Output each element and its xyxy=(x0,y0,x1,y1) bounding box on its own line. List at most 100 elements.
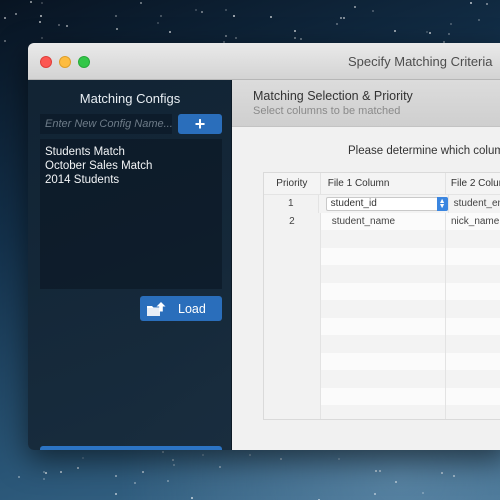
star-decoration xyxy=(353,6,356,9)
matching-table: Priority File 1 Column File 2 Column 1 s… xyxy=(263,172,500,420)
priority-cell: 1 xyxy=(264,195,318,213)
star-decoration xyxy=(172,458,175,461)
empty-cell xyxy=(444,265,500,283)
empty-table-row xyxy=(264,405,500,419)
star-decoration xyxy=(450,23,453,26)
match-now-button[interactable]: Match Now xyxy=(40,446,222,450)
empty-cell xyxy=(264,387,320,405)
empty-cell xyxy=(319,317,445,335)
star-decoration xyxy=(139,2,142,5)
empty-cell xyxy=(319,352,445,370)
priority-cell: 2 xyxy=(264,212,320,230)
empty-cell xyxy=(444,300,500,318)
empty-cell xyxy=(444,387,500,405)
star-decoration xyxy=(60,471,63,474)
empty-table-row xyxy=(264,335,500,353)
star-decoration xyxy=(373,493,376,496)
star-decoration xyxy=(44,472,47,475)
column-header-file1[interactable]: File 1 Column xyxy=(319,173,445,194)
star-decoration xyxy=(201,454,204,457)
section-title: Matching Selection & Priority xyxy=(253,89,413,103)
file2-column-cell: nick_name xyxy=(444,212,500,230)
section-subtitle: Select columns to be matched xyxy=(253,105,401,117)
empty-cell xyxy=(264,352,320,370)
star-decoration xyxy=(225,35,228,38)
window-title: Specify Matching Criteria xyxy=(348,54,493,69)
empty-cell xyxy=(444,282,500,300)
empty-table-row xyxy=(264,370,500,388)
star-decoration xyxy=(335,23,338,26)
star-decoration xyxy=(133,481,136,484)
star-decoration xyxy=(425,30,428,33)
table-row[interactable]: 1 student_id ▲▼ student_email xyxy=(264,195,500,213)
select-stepper-icon: ▲ ▼ xyxy=(436,196,448,211)
empty-table-row xyxy=(264,300,500,318)
empty-cell xyxy=(444,247,500,265)
star-decoration xyxy=(469,2,472,5)
star-decoration xyxy=(379,470,382,473)
star-decoration xyxy=(269,15,272,18)
star-decoration xyxy=(161,451,164,454)
empty-cell xyxy=(264,230,320,248)
minimize-window-button[interactable] xyxy=(59,56,71,68)
add-config-button[interactable]: + xyxy=(178,114,222,134)
empty-cell xyxy=(319,247,445,265)
config-list-item[interactable]: October Sales Match xyxy=(40,159,222,173)
column-header-priority[interactable]: Priority xyxy=(264,173,320,194)
section-header: Matching Selection & Priority Select col… xyxy=(232,80,500,127)
star-decoration xyxy=(225,9,228,12)
file1-column-cell: student_name xyxy=(319,212,445,230)
star-decoration xyxy=(249,453,252,456)
star-decoration xyxy=(114,493,117,496)
select-value: student_id xyxy=(330,198,377,210)
star-decoration xyxy=(421,491,424,494)
empty-cell xyxy=(319,265,445,283)
star-decoration xyxy=(114,474,117,477)
star-decoration xyxy=(338,457,341,460)
file1-column-select[interactable]: student_id ▲ ▼ xyxy=(325,196,448,211)
star-decoration xyxy=(429,32,432,35)
star-decoration xyxy=(57,23,60,26)
empty-cell xyxy=(444,370,500,388)
config-list-item[interactable]: Students Match xyxy=(40,145,222,159)
star-decoration xyxy=(42,478,45,481)
star-decoration xyxy=(160,14,163,17)
star-decoration xyxy=(166,480,169,483)
empty-cell xyxy=(444,335,500,353)
table-row[interactable]: 2 student_name nick_name xyxy=(264,212,500,230)
star-decoration xyxy=(43,470,46,473)
star-decoration xyxy=(3,40,6,43)
app-window: Specify Matching Criteria Matching Confi… xyxy=(28,43,500,450)
star-decoration xyxy=(115,14,118,17)
star-decoration xyxy=(395,480,398,483)
empty-table-row xyxy=(264,352,500,370)
empty-table-row xyxy=(264,230,500,248)
star-decoration xyxy=(280,457,283,460)
star-decoration xyxy=(299,38,302,41)
maximize-window-button[interactable] xyxy=(78,56,90,68)
empty-cell xyxy=(264,335,320,353)
close-window-button[interactable] xyxy=(40,56,52,68)
load-button[interactable]: Load xyxy=(140,296,222,321)
empty-cell xyxy=(319,282,445,300)
star-decoration xyxy=(40,1,43,4)
new-config-name-input[interactable] xyxy=(40,114,172,134)
table-header: Priority File 1 Column File 2 Column xyxy=(264,173,500,195)
config-list: Students Match October Sales Match 2014 … xyxy=(40,139,222,289)
star-decoration xyxy=(201,10,204,13)
star-decoration xyxy=(157,22,160,25)
star-decoration xyxy=(116,27,119,30)
main-panel: Matching Selection & Priority Select col… xyxy=(232,80,500,450)
star-decoration xyxy=(65,24,68,27)
star-decoration xyxy=(41,37,44,39)
star-decoration xyxy=(393,29,396,32)
column-header-file2[interactable]: File 2 Column xyxy=(444,173,500,194)
config-list-item[interactable]: 2014 Students xyxy=(40,173,222,187)
folder-upload-icon xyxy=(146,301,172,317)
star-decoration xyxy=(441,472,444,475)
empty-table-row xyxy=(264,282,500,300)
star-decoration xyxy=(235,37,238,40)
plus-icon: + xyxy=(194,114,206,134)
empty-cell xyxy=(444,230,500,248)
star-decoration xyxy=(191,497,194,500)
